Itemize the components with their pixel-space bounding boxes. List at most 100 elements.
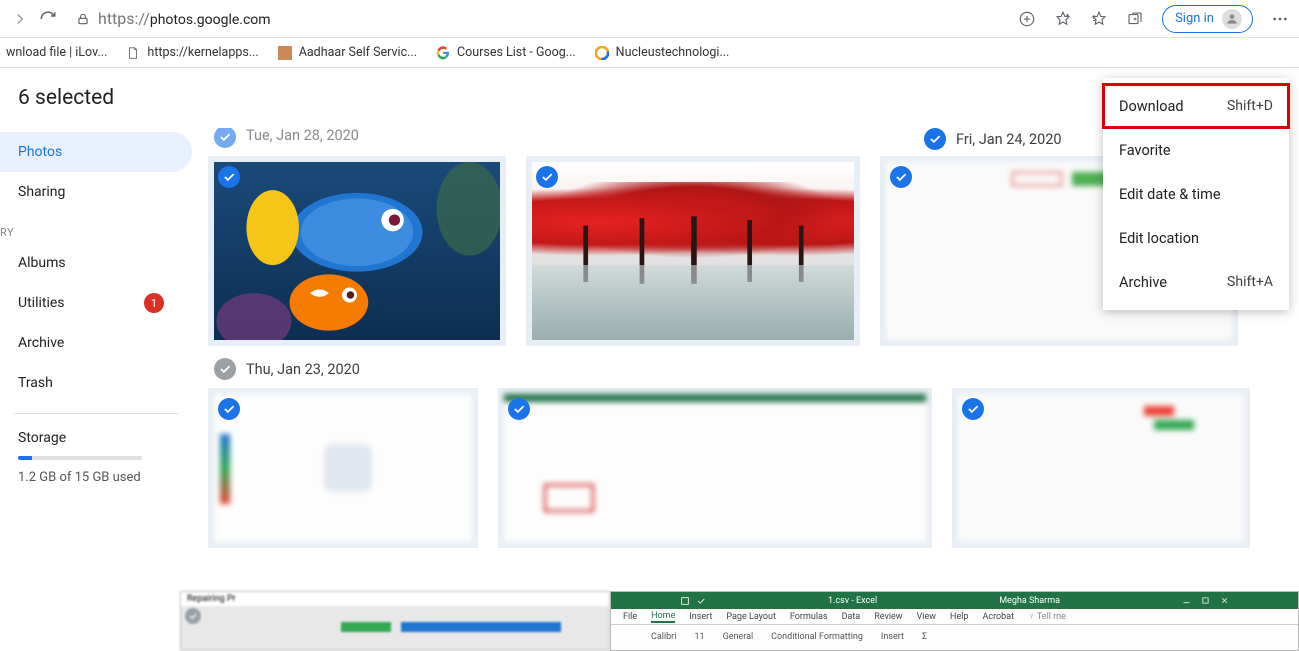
bookmark-label: Courses List - Goog...	[457, 45, 576, 60]
ribbon-font: Calibri	[651, 632, 676, 642]
bookmark-label: Aadhaar Self Servic...	[299, 45, 417, 60]
favorite-star-icon[interactable]	[1054, 10, 1072, 28]
badge: 1	[144, 293, 164, 313]
tab[interactable]: Tell me	[1037, 612, 1066, 622]
sidebar-item-photos[interactable]: Photos	[0, 132, 192, 172]
address-bar[interactable]: https://photos.google.com	[76, 9, 271, 28]
date-header[interactable]: Fri, Jan 24, 2020	[924, 128, 1062, 150]
menu-item-edit-date[interactable]: Edit date & time	[1103, 172, 1289, 216]
page-icon	[125, 45, 141, 61]
menu-shortcut: Shift+D	[1227, 98, 1273, 114]
nucleus-icon	[594, 45, 610, 61]
check-icon[interactable]	[218, 398, 240, 420]
menu-label: Archive	[1119, 274, 1167, 291]
tab[interactable]: Home	[651, 611, 675, 623]
tab[interactable]: Page Layout	[726, 612, 776, 622]
context-menu: Download Shift+D Favorite Edit date & ti…	[1103, 78, 1289, 310]
sidebar-item-label: Archive	[18, 335, 64, 351]
menu-label: Edit date & time	[1119, 186, 1221, 203]
sidebar-item-trash[interactable]: Trash	[0, 363, 192, 403]
zoom-icon[interactable]	[1018, 10, 1036, 28]
tab[interactable]: Data	[842, 612, 861, 622]
tab[interactable]: Formulas	[790, 612, 828, 622]
google-icon	[435, 45, 451, 61]
menu-label: Favorite	[1119, 142, 1171, 159]
photo-thumb[interactable]	[208, 156, 506, 346]
sidebar-item-label: Albums	[18, 255, 66, 271]
reload-button[interactable]	[38, 9, 58, 29]
ribbon-sum: Σ	[922, 632, 927, 642]
check-icon[interactable]	[962, 398, 984, 420]
browser-toolbar: https://photos.google.com Sign in	[0, 0, 1299, 38]
date-header[interactable]: Thu, Jan 23, 2020	[214, 358, 1289, 380]
divider	[14, 413, 178, 414]
ribbon-format: General	[723, 632, 754, 642]
date-label: Thu, Jan 23, 2020	[246, 361, 360, 378]
selection-count: 6 selected	[18, 86, 114, 110]
sidebar-item-albums[interactable]: Albums	[0, 243, 192, 283]
menu-shortcut: Shift+A	[1227, 274, 1273, 290]
excel-titlebar: 1.csv - Excel Megha Sharma	[611, 592, 1298, 609]
tab[interactable]: View	[917, 612, 936, 622]
storage-bar	[18, 456, 142, 460]
check-icon[interactable]	[218, 166, 240, 188]
aadhaar-icon	[277, 45, 293, 61]
sidebar-section-library: RY	[0, 220, 192, 243]
check-icon[interactable]	[536, 166, 558, 188]
menu-item-favorite[interactable]: Favorite	[1103, 128, 1289, 172]
favorites-icon[interactable]	[1090, 10, 1108, 28]
window-repair[interactable]: Repairing Pr	[180, 591, 610, 651]
bookmark-item[interactable]: Aadhaar Self Servic...	[277, 45, 417, 61]
window-title: Repairing Pr	[181, 592, 609, 606]
photo-thumb[interactable]	[498, 388, 932, 548]
storage-text: 1.2 GB of 15 GB used	[18, 470, 174, 485]
menu-label: Download	[1119, 98, 1184, 115]
photo-thumb[interactable]	[526, 156, 860, 346]
ribbon-cond: Conditional Formatting	[771, 632, 863, 642]
check-icon[interactable]	[214, 358, 236, 380]
menu-item-edit-location[interactable]: Edit location	[1103, 216, 1289, 260]
tab[interactable]: Acrobat	[982, 612, 1014, 622]
check-icon[interactable]	[214, 128, 236, 148]
bookmark-item[interactable]: Courses List - Goog...	[435, 45, 576, 61]
forward-button[interactable]	[10, 9, 30, 29]
more-menu-icon[interactable]	[1271, 10, 1289, 28]
excel-title: 1.csv - Excel	[828, 596, 877, 606]
bookmark-label: https://kernelapps...	[147, 45, 258, 60]
date-label: Fri, Jan 24, 2020	[956, 131, 1062, 148]
bookmark-item[interactable]: wnload file | iLov...	[6, 45, 107, 60]
sidebar-item-utilities[interactable]: Utilities1	[0, 283, 192, 323]
bookmark-item[interactable]: Nucleustechnologi...	[594, 45, 730, 61]
sidebar-item-label: Trash	[18, 375, 53, 391]
ribbon-insert: Insert	[881, 632, 904, 642]
sidebar-item-sharing[interactable]: Sharing	[0, 172, 192, 212]
date-label: Tue, Jan 28, 2020	[246, 128, 359, 144]
check-icon[interactable]	[890, 166, 912, 188]
menu-item-download[interactable]: Download Shift+D	[1103, 84, 1289, 128]
bookmark-item[interactable]: https://kernelapps...	[125, 45, 258, 61]
collections-icon[interactable]	[1126, 10, 1144, 28]
excel-ribbon-tabs[interactable]: File Home Insert Page Layout Formulas Da…	[611, 609, 1298, 625]
sidebar-item-archive[interactable]: Archive	[0, 323, 192, 363]
sign-in-label: Sign in	[1175, 11, 1214, 26]
excel-ribbon: Calibri 11 General Conditional Formattin…	[611, 625, 1298, 649]
sidebar-item-label: Sharing	[18, 184, 65, 200]
menu-item-archive[interactable]: Archive Shift+A	[1103, 260, 1289, 304]
tab[interactable]: Review	[874, 612, 902, 622]
lock-icon	[76, 12, 90, 26]
photo-thumb[interactable]	[952, 388, 1250, 548]
window-excel[interactable]: 1.csv - Excel Megha Sharma File Home Ins…	[610, 591, 1299, 651]
check-icon[interactable]	[924, 128, 946, 150]
excel-user: Megha Sharma	[999, 596, 1060, 606]
sidebar-item-label: Photos	[18, 144, 62, 160]
tab[interactable]: File	[623, 612, 637, 622]
sign-in-button[interactable]: Sign in	[1162, 5, 1253, 33]
storage-block[interactable]: Storage 1.2 GB of 15 GB used	[0, 424, 192, 491]
check-icon	[185, 608, 201, 624]
check-icon[interactable]	[508, 398, 530, 420]
taskbar-windows: Repairing Pr 1.csv - Excel Megha Sharma …	[180, 591, 1299, 651]
tab[interactable]: Help	[950, 612, 968, 622]
photo-thumb[interactable]	[208, 388, 478, 548]
avatar-icon	[1222, 9, 1242, 29]
tab[interactable]: Insert	[689, 612, 712, 622]
